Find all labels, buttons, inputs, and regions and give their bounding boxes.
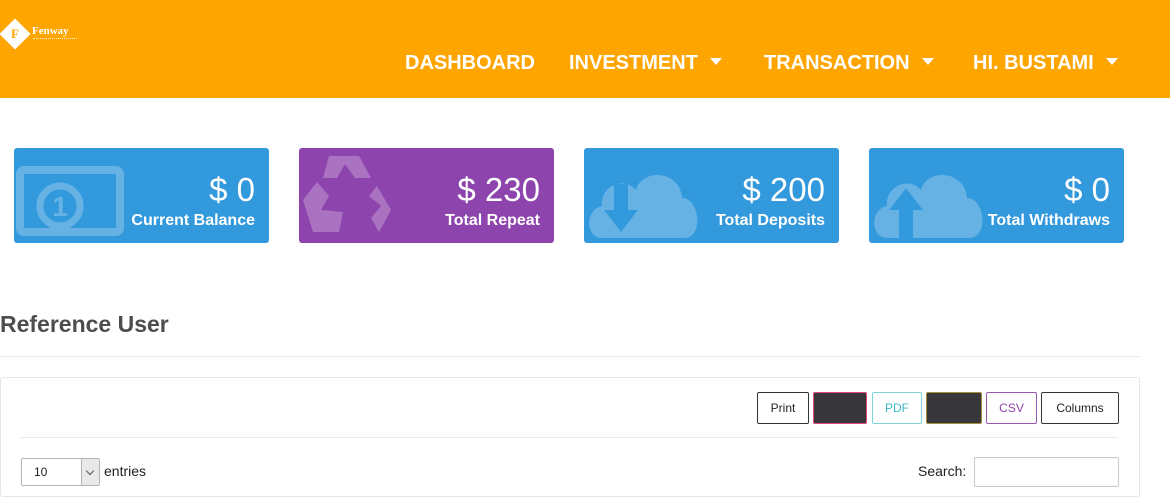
top-navbar: F Fenway DASHBOARD INVESTMENT TRANSACTIO… bbox=[0, 0, 1170, 98]
stat-card-total-deposits: $ 200 Total Deposits bbox=[584, 148, 839, 243]
logo-letter: F bbox=[11, 26, 19, 41]
copy-button[interactable] bbox=[813, 392, 867, 424]
nav-dashboard-label: DASHBOARD bbox=[405, 52, 535, 74]
nav-transaction[interactable]: TRANSACTION bbox=[764, 51, 934, 75]
section-title: Reference User bbox=[0, 311, 169, 337]
section-divider bbox=[0, 356, 1140, 357]
pdf-button[interactable]: PDF bbox=[872, 392, 922, 424]
stat-amount: $ 0 bbox=[209, 171, 255, 208]
brand-tagline-mark bbox=[33, 38, 77, 40]
columns-button[interactable]: Columns bbox=[1041, 392, 1119, 424]
search-input[interactable] bbox=[974, 457, 1119, 487]
nav-investment-label: INVESTMENT bbox=[569, 52, 698, 74]
nav-dashboard[interactable]: DASHBOARD bbox=[405, 51, 535, 75]
stat-card-total-withdraws: $ 0 Total Withdraws bbox=[869, 148, 1124, 243]
cloud-download-icon bbox=[589, 175, 698, 238]
caret-down-icon bbox=[921, 58, 934, 66]
caret-down-icon bbox=[709, 58, 722, 66]
stat-card-total-repeat: $ 230 Total Repeat bbox=[299, 148, 554, 243]
excel-button[interactable] bbox=[926, 392, 982, 424]
stat-label: Total Deposits bbox=[715, 212, 825, 229]
entries-label: entries bbox=[104, 463, 147, 479]
entries-select-value: 10 bbox=[34, 465, 48, 479]
cloud-upload-icon bbox=[874, 175, 983, 238]
stat-label: Total Repeat bbox=[445, 212, 540, 229]
stat-amount: $ 200 bbox=[742, 171, 825, 208]
entries-select[interactable]: 10 bbox=[21, 458, 100, 486]
stat-label: Current Balance bbox=[131, 212, 255, 229]
nav-investment[interactable]: INVESTMENT bbox=[569, 51, 722, 75]
chevron-down-icon bbox=[81, 459, 99, 485]
stat-card-current-balance: 1 $ 0 Current Balance bbox=[14, 148, 269, 243]
money-icon: 1 bbox=[16, 166, 124, 236]
csv-button[interactable]: CSV bbox=[986, 392, 1037, 424]
nav-user-label: HI. BUSTAMI bbox=[973, 52, 1094, 74]
brand-logo[interactable]: F Fenway bbox=[0, 18, 82, 50]
panel-divider bbox=[20, 437, 1118, 438]
brand-name: Fenway bbox=[32, 25, 69, 37]
stat-label: Total Withdraws bbox=[987, 212, 1110, 229]
stat-amount: $ 230 bbox=[457, 171, 540, 208]
nav-transaction-label: TRANSACTION bbox=[764, 52, 910, 74]
search-label: Search: bbox=[918, 463, 967, 479]
svg-text:1: 1 bbox=[52, 191, 68, 222]
stat-amount: $ 0 bbox=[1064, 171, 1110, 208]
nav-user-menu[interactable]: HI. BUSTAMI bbox=[973, 51, 1118, 75]
recycle-icon bbox=[303, 156, 391, 232]
print-button[interactable]: Print bbox=[757, 392, 809, 424]
caret-down-icon bbox=[1105, 58, 1118, 66]
